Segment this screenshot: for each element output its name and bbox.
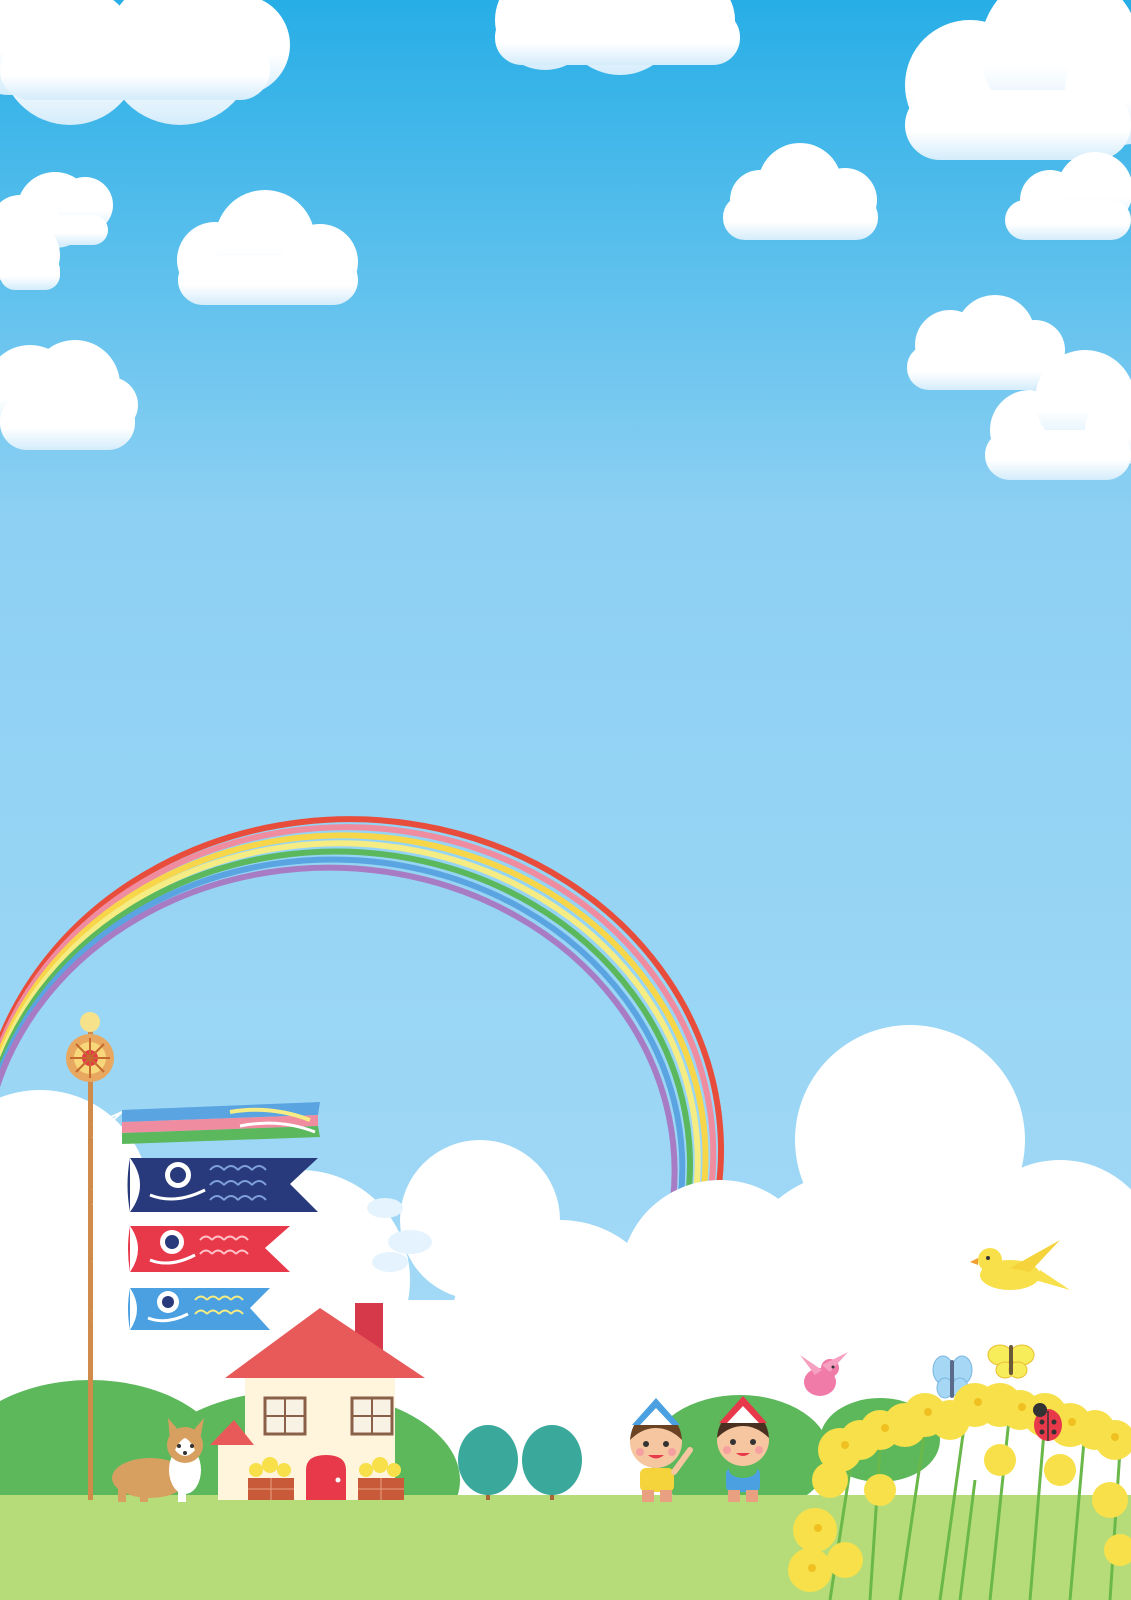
spring-scene bbox=[0, 0, 1131, 1600]
scene-canvas bbox=[0, 0, 1131, 1600]
cloud-top-center bbox=[495, 0, 740, 75]
blue-koi-icon bbox=[128, 1288, 270, 1330]
black-koi-icon bbox=[127, 1158, 318, 1212]
red-koi-icon bbox=[128, 1226, 290, 1272]
